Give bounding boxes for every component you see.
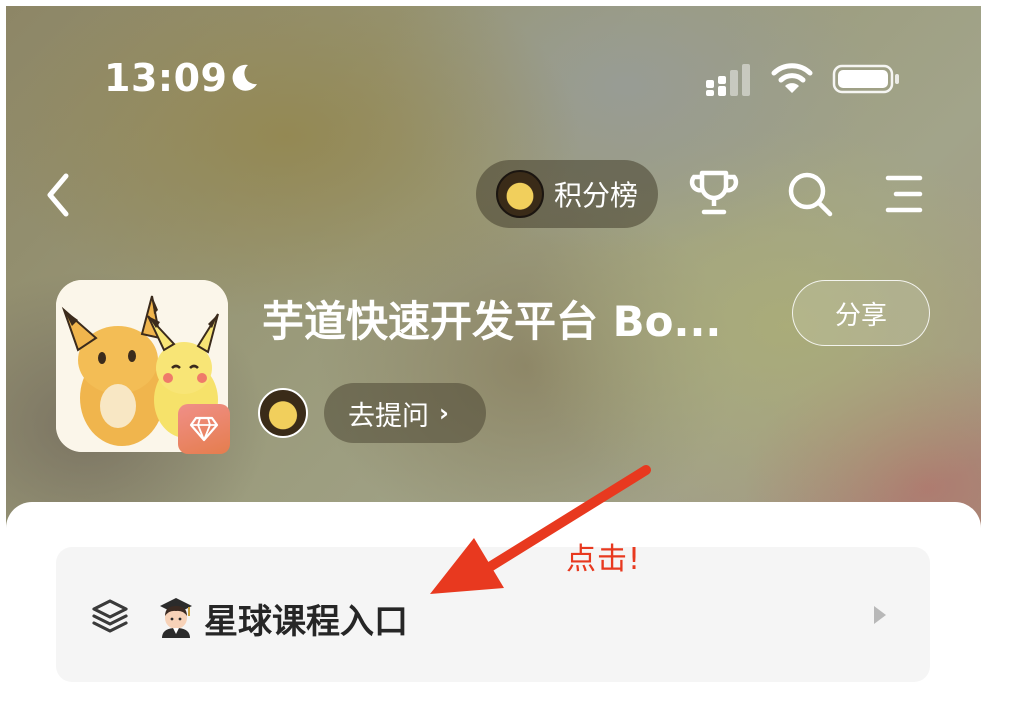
search-icon[interactable]: [786, 170, 834, 218]
battery-icon: [832, 64, 899, 94]
play-arrow-icon: [874, 606, 886, 624]
leaderboard-label: 积分榜: [554, 179, 639, 212]
trophy-icon[interactable]: [688, 168, 740, 218]
leaderboard-avatar: [496, 170, 544, 218]
status-time: 13:09: [104, 56, 228, 100]
graduate-emoji-icon: [160, 598, 192, 638]
owner-avatar[interactable]: [258, 388, 308, 438]
screenshot-stage: 13:09 积分榜 芋道快速开发平台 Bo... 分享 去提问 › 星球课程入口…: [0, 0, 1020, 710]
wifi-icon: [771, 63, 813, 93]
ask-question-label: 去提问: [348, 400, 429, 432]
signal-icon: [706, 64, 750, 96]
menu-icon[interactable]: [882, 172, 926, 216]
group-title: 芋道快速开发平台 Bo...: [262, 297, 722, 346]
chevron-left-icon[interactable]: [40, 170, 80, 220]
layers-icon: [92, 599, 128, 633]
leaderboard-button[interactable]: 积分榜: [476, 160, 658, 228]
chevron-right-icon: ›: [439, 399, 449, 427]
share-button[interactable]: 分享: [792, 280, 930, 346]
moon-icon: [232, 64, 257, 91]
course-entry-label: 星球课程入口: [204, 602, 408, 642]
annotation-text: 点击!: [566, 542, 642, 577]
diamond-icon: [178, 404, 230, 454]
ask-question-button[interactable]: 去提问 ›: [324, 383, 486, 443]
